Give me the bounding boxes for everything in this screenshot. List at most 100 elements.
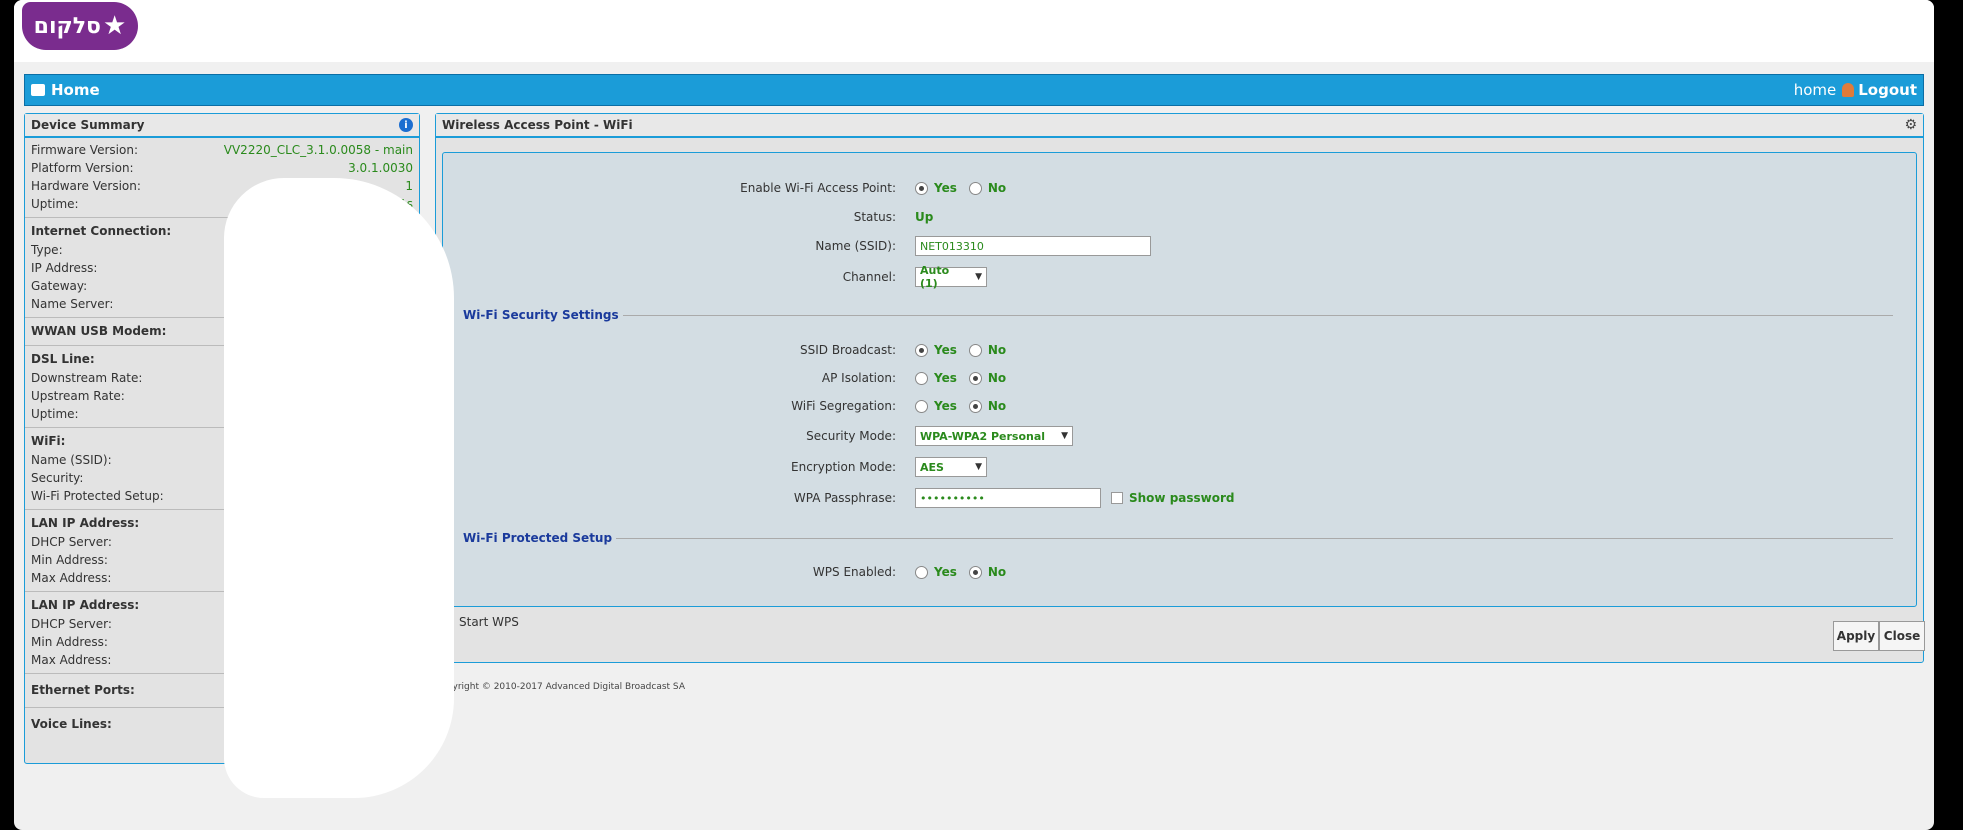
broadcast-yes-radio[interactable] — [915, 343, 928, 357]
lan1-dhcp-label: DHCP Server: — [31, 535, 112, 549]
isolation-no-label: No — [987, 371, 1007, 385]
top-navbar: Home home Logout — [24, 74, 1924, 106]
chevron-down-icon: ▼ — [975, 462, 982, 472]
home-link[interactable]: Home — [31, 81, 100, 99]
segregation-yes-label: Yes — [934, 399, 957, 413]
divider — [616, 537, 1893, 539]
wifi-ssid-label: Name (SSID): — [31, 453, 112, 467]
firmware-value: VV2220_CLC_3.1.0.0058 - main — [223, 143, 413, 157]
channel-select[interactable]: Auto (1) ▼ — [915, 264, 987, 290]
status-row: Status: Up — [443, 206, 1916, 228]
firmware-label: Firmware Version: — [31, 143, 138, 157]
ethernet-title: Ethernet Ports: — [31, 683, 135, 697]
encryption-row: Encryption Mode: AES ▼ — [443, 456, 1916, 478]
platform-value: 3.0.1.0030 — [348, 161, 413, 175]
ap-isolation-row: AP Isolation: Yes No — [443, 367, 1916, 389]
segregation-yes-radio[interactable] — [915, 399, 928, 413]
wps-yes-radio[interactable] — [915, 565, 928, 579]
hardware-label: Hardware Version: — [31, 179, 141, 193]
ssid-broadcast-label: SSID Broadcast: — [800, 343, 896, 357]
security-section-title: Wi-Fi Security Settings — [463, 308, 619, 322]
voice-title: Voice Lines: — [31, 717, 112, 731]
show-password-checkbox[interactable] — [1111, 492, 1123, 504]
ssid-row: Name (SSID): NET013310 — [443, 235, 1916, 257]
broadcast-no-radio[interactable] — [968, 343, 982, 357]
enable-no-radio[interactable] — [968, 181, 982, 195]
encryption-value: AES — [920, 460, 944, 474]
wifi-panel-title: Wireless Access Point - WiFi — [442, 118, 633, 132]
device-summary-header: Device Summary i — [25, 114, 419, 138]
platform-label: Platform Version: — [31, 161, 134, 175]
isolation-yes-radio[interactable] — [915, 371, 928, 385]
dsl-upstream-label: Upstream Rate: — [31, 389, 125, 403]
info-icon[interactable]: i — [399, 118, 413, 132]
enable-yes-radio[interactable] — [915, 181, 928, 195]
internet-dns-label: Name Server: — [31, 297, 114, 311]
user-icon — [1842, 83, 1855, 97]
segregation-no-radio[interactable] — [968, 399, 982, 413]
isolation-yes-label: Yes — [934, 371, 957, 385]
uptime-label: Uptime: — [31, 197, 79, 211]
device-summary-title: Device Summary — [31, 118, 145, 132]
encryption-label: Encryption Mode: — [791, 460, 896, 474]
broadcast-no-label: No — [987, 343, 1007, 357]
wps-no-label: No — [987, 565, 1007, 579]
wifi-panel: Wireless Access Point - WiFi ⚙ Enable Wi… — [435, 113, 1925, 663]
copyright-text: Copyright © 2010-2017 Advanced Digital B… — [435, 682, 685, 692]
wps-yes-label: Yes — [934, 565, 957, 579]
status-value: Up — [915, 210, 934, 224]
home-icon — [31, 84, 45, 96]
wps-enabled-label: WPS Enabled: — [812, 565, 896, 579]
internet-gateway-label: Gateway: — [31, 279, 88, 293]
user-name: home — [1793, 81, 1837, 99]
hardware-value: 1 — [405, 179, 413, 193]
platform-row: Platform Version: 3.0.1.0030 — [31, 159, 413, 177]
lan2-max-label: Max Address: — [31, 653, 112, 667]
wifi-security-label: Security: — [31, 471, 84, 485]
brand-logo[interactable]: סלקום ★ — [22, 2, 138, 50]
logo-text: סלקום — [33, 13, 102, 39]
enable-yes-label: Yes — [934, 181, 957, 195]
enable-wifi-label: Enable Wi-Fi Access Point: — [740, 181, 896, 195]
wifi-panel-footer: Start WPS Apply Close — [436, 607, 1925, 662]
logout-link[interactable]: Logout — [1858, 81, 1917, 99]
channel-row: Channel: Auto (1) ▼ — [443, 264, 1916, 290]
start-wps-label: Start WPS — [459, 615, 519, 629]
chevron-down-icon: ▼ — [975, 272, 982, 282]
divider — [622, 314, 1893, 316]
wifi-wps-label: Wi-Fi Protected Setup: — [31, 489, 164, 503]
security-mode-label: Security Mode: — [806, 429, 896, 443]
redaction-mask — [224, 178, 454, 798]
apply-button[interactable]: Apply — [1833, 621, 1879, 651]
wps-enabled-row: WPS Enabled: Yes No — [443, 561, 1916, 583]
ssid-label: Name (SSID): — [815, 239, 896, 253]
internet-ip-label: IP Address: — [31, 261, 98, 275]
wps-no-radio[interactable] — [968, 565, 982, 579]
broadcast-yes-label: Yes — [934, 343, 957, 357]
chevron-down-icon: ▼ — [1061, 431, 1068, 441]
isolation-no-radio[interactable] — [968, 371, 982, 385]
show-password-label: Show password — [1129, 491, 1235, 505]
security-mode-row: Security Mode: WPA-WPA2 Personal ▼ — [443, 425, 1916, 447]
channel-value: Auto (1) — [920, 264, 950, 290]
wps-section-title: Wi-Fi Protected Setup — [463, 531, 613, 545]
passphrase-label: WPA Passphrase: — [793, 491, 896, 505]
ssid-broadcast-row: SSID Broadcast: Yes No — [443, 339, 1916, 361]
segregation-row: WiFi Segregation: Yes No — [443, 395, 1916, 417]
lan2-min-label: Min Address: — [31, 635, 108, 649]
security-mode-select[interactable]: WPA-WPA2 Personal ▼ — [915, 426, 1073, 446]
user-area: home Logout — [1794, 81, 1917, 99]
close-button[interactable]: Close — [1879, 621, 1925, 651]
dsl-uptime-label: Uptime: — [31, 407, 79, 421]
wps-section-legend: Wi-Fi Protected Setup — [463, 531, 1893, 545]
security-section-legend: Wi-Fi Security Settings — [463, 308, 1893, 322]
ssid-input[interactable]: NET013310 — [915, 236, 1151, 256]
wifi-form: Enable Wi-Fi Access Point: Yes No Status… — [442, 152, 1917, 607]
segregation-label: WiFi Segregation: — [791, 399, 896, 413]
firmware-row: Firmware Version: VV2220_CLC_3.1.0.0058 -… — [31, 141, 413, 159]
encryption-select[interactable]: AES ▼ — [915, 457, 987, 477]
wifi-panel-header: Wireless Access Point - WiFi ⚙ — [436, 114, 1923, 138]
internet-type-label: Type: — [31, 243, 63, 257]
passphrase-input[interactable]: •••••••••• — [915, 488, 1101, 508]
settings-tool-icon[interactable]: ⚙ — [1904, 117, 1917, 133]
